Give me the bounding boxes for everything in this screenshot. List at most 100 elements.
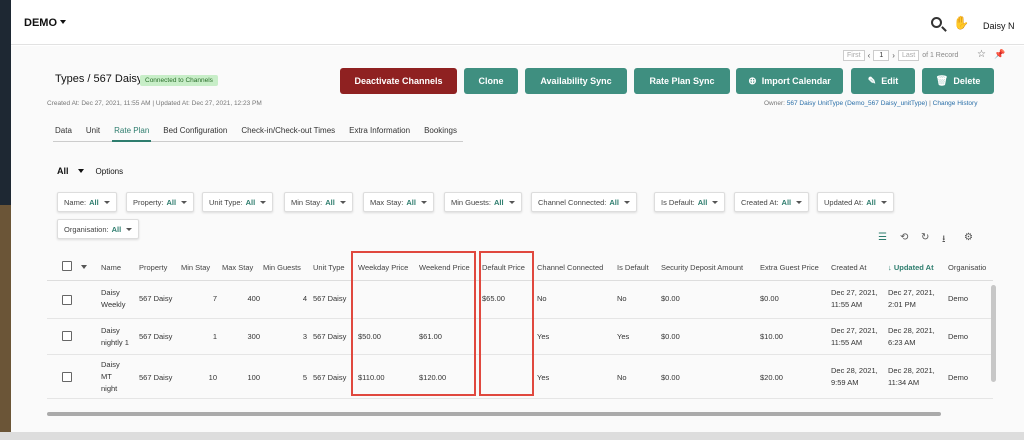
- owner-info: Owner: 567 Daisy UnitType (Demo_567 Dais…: [764, 100, 977, 107]
- col-name[interactable]: Name: [101, 263, 121, 272]
- tab-data[interactable]: Data: [53, 124, 74, 142]
- import-calendar-button[interactable]: ⊕ Import Calendar: [736, 68, 843, 94]
- filter-max-stay[interactable]: Max Stay: All: [363, 192, 434, 212]
- search-icon[interactable]: [931, 17, 942, 28]
- chevron-down-icon: [260, 200, 267, 204]
- filter-value: All: [406, 197, 416, 207]
- refresh-icon[interactable]: ⟲: [900, 232, 908, 243]
- filter-value: All: [609, 197, 619, 207]
- download-icon[interactable]: ⭳: [942, 232, 946, 249]
- cell-security-deposit: $0.00: [661, 294, 680, 303]
- tab-check-in-out-times[interactable]: Check-in/Check-out Times: [239, 124, 337, 142]
- tab-bookings[interactable]: Bookings: [422, 124, 459, 142]
- cell-extra-guest-price: $10.00: [760, 332, 783, 341]
- chevron-down-icon: [712, 200, 719, 204]
- chevron-down-icon: [126, 227, 133, 231]
- filter-created-at[interactable]: Created At: All: [734, 192, 810, 212]
- col-channel-connected[interactable]: Channel Connected: [537, 263, 603, 272]
- rate-plan-sync-label: Rate Plan Sync: [649, 76, 715, 86]
- filter-label: Organisation:: [64, 224, 109, 234]
- rate-plan-sync-button[interactable]: Rate Plan Sync: [634, 68, 730, 94]
- filter-name[interactable]: Name: All: [57, 192, 117, 212]
- filter-min-guests[interactable]: Min Guests: All: [444, 192, 522, 212]
- time-line: 11:55 AM: [831, 300, 863, 309]
- deactivate-label: Deactivate Channels: [354, 76, 443, 86]
- col-min-stay[interactable]: Min Stay: [181, 263, 210, 272]
- pager-last-button[interactable]: Last: [897, 50, 920, 61]
- user-menu[interactable]: Daisy N: [983, 21, 1015, 31]
- cell-is-default: Yes: [617, 332, 630, 341]
- cell-updated-at: Dec 28, 2021, 6:23 AM: [888, 325, 935, 349]
- col-unit-type[interactable]: Unit Type: [313, 263, 345, 272]
- filter-value: All: [494, 197, 504, 207]
- owner-link[interactable]: 567 Daisy UnitType (Demo_567 Daisy_unitT…: [787, 100, 928, 107]
- owner-separator: |: [929, 100, 931, 107]
- cell-min-guests: 5: [302, 373, 307, 382]
- edit-button[interactable]: ✎ Edit: [851, 68, 915, 94]
- row-checkbox[interactable]: [62, 331, 72, 341]
- col-is-default[interactable]: Is Default: [617, 263, 649, 272]
- cell-name: Daisy Weekly: [101, 287, 125, 311]
- col-updated-at[interactable]: ↓ Updated At: [888, 263, 934, 272]
- pager-first-button[interactable]: First: [843, 50, 865, 61]
- col-organisation[interactable]: Organisatio: [948, 263, 986, 272]
- cell-unit-type: 567 Daisy: [313, 332, 347, 341]
- pin-icon[interactable]: 📌: [994, 49, 1005, 60]
- view-all-select[interactable]: All: [57, 166, 69, 176]
- sort-down-icon: ↓: [888, 263, 892, 272]
- chevron-down-icon: [181, 200, 188, 204]
- filter-is-default[interactable]: Is Default: All: [654, 192, 726, 212]
- pager-total: of 1 Record: [922, 52, 959, 59]
- tab-bar: Data Unit Rate Plan Bed Configuration Ch…: [53, 124, 463, 142]
- filter-channel-connected[interactable]: Channel Connected: All: [531, 192, 637, 212]
- filter-value: All: [89, 197, 99, 207]
- brand-menu[interactable]: DEMO: [24, 17, 66, 29]
- hand-icon[interactable]: ✋: [953, 15, 969, 31]
- deactivate-channels-button[interactable]: Deactivate Channels: [340, 68, 457, 94]
- col-property[interactable]: Property: [139, 263, 167, 272]
- chevron-down-icon[interactable]: [77, 169, 84, 173]
- clone-button[interactable]: Clone: [464, 68, 518, 94]
- availability-sync-button[interactable]: Availability Sync: [525, 68, 627, 94]
- tab-unit[interactable]: Unit: [84, 124, 102, 142]
- col-min-guests[interactable]: Min Guests: [263, 263, 301, 272]
- name-line: Daisy: [101, 288, 120, 297]
- gear-icon[interactable]: ⚙: [964, 232, 973, 243]
- col-max-stay[interactable]: Max Stay: [222, 263, 253, 272]
- top-bar: DEMO ✋ Daisy N: [11, 0, 1024, 45]
- next-icon[interactable]: ›: [892, 51, 895, 60]
- delete-button[interactable]: 🗑 Delete: [922, 68, 994, 94]
- col-security-deposit[interactable]: Security Deposit Amount: [661, 263, 743, 272]
- filter-property[interactable]: Property: All: [126, 192, 195, 212]
- cell-property: 567 Daisy: [139, 294, 173, 303]
- reload-icon[interactable]: ↻: [921, 232, 929, 243]
- row-checkbox[interactable]: [62, 372, 72, 382]
- filter-value: All: [866, 197, 876, 207]
- select-all-checkbox[interactable]: [62, 261, 72, 271]
- prev-icon[interactable]: ‹: [868, 51, 871, 60]
- filter-lines-icon[interactable]: ☰: [878, 232, 887, 243]
- status-badge: Connected to Channels: [140, 75, 218, 86]
- clone-label: Clone: [478, 76, 504, 86]
- tab-extra-information[interactable]: Extra Information: [347, 124, 412, 142]
- vertical-scrollbar[interactable]: [991, 285, 996, 382]
- col-created-at[interactable]: Created At: [831, 263, 866, 272]
- horizontal-scrollbar[interactable]: [47, 412, 941, 416]
- col-extra-guest-price[interactable]: Extra Guest Price: [760, 263, 819, 272]
- star-icon[interactable]: ☆: [977, 49, 986, 60]
- filter-updated-at[interactable]: Updated At: All: [817, 192, 894, 212]
- row-checkbox[interactable]: [62, 295, 72, 305]
- change-history-link[interactable]: Change History: [933, 100, 978, 107]
- filter-value: All: [781, 197, 792, 207]
- tab-rate-plan[interactable]: Rate Plan: [112, 124, 152, 142]
- pager-page-input[interactable]: 1: [873, 50, 890, 61]
- options-button[interactable]: Options: [96, 167, 124, 176]
- chevron-down-icon[interactable]: [81, 265, 87, 269]
- cell-min-stay: 1: [212, 332, 217, 341]
- filter-min-stay[interactable]: Min Stay: All: [284, 192, 353, 212]
- filter-label: Channel Connected:: [538, 197, 607, 207]
- filter-organisation[interactable]: Organisation: All: [57, 219, 140, 239]
- filter-unit-type[interactable]: Unit Type: All: [202, 192, 274, 212]
- page-title: Types / 567 Daisy: [55, 73, 143, 85]
- tab-bed-configuration[interactable]: Bed Configuration: [161, 124, 229, 142]
